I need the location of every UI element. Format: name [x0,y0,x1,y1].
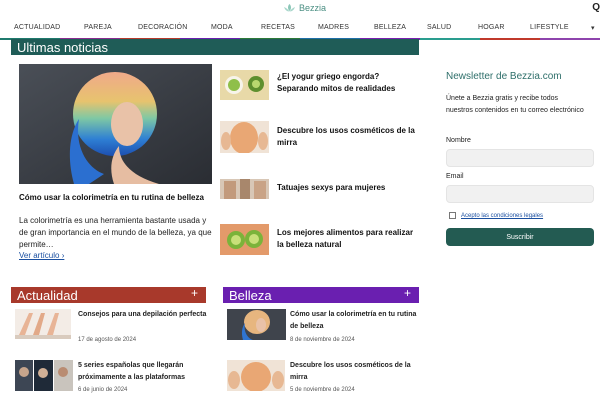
belleza-header: Belleza + [223,286,419,303]
rainbow-hair-photo [19,64,212,184]
side-article-2-title: Descubre los usos cosméticos de la mirra [277,126,415,147]
newsletter-legal-checkbox[interactable] [449,212,456,219]
belleza-item-2-title: Descubre los usos cosméticos de la mirra [290,362,411,381]
subscribe-button[interactable]: Suscribir [446,228,594,246]
belleza-title[interactable]: Belleza [223,288,272,303]
nav-item-belleza[interactable]: BELLEZA [374,24,406,31]
feature-image[interactable] [19,64,212,184]
newsletter-name-input[interactable] [446,149,594,167]
actualidad-item-2-date: 6 de junio de 2024 [78,387,128,393]
actualidad-item-2[interactable]: 5 series españolas que llegarán próximam… [15,360,215,394]
actualidad-item-1-title: Consejos para una depilación perfecta [78,311,207,318]
nav-underline-segment [480,38,540,40]
side-article-1[interactable]: ¿El yogur griego engorda? Separando mito… [220,70,420,100]
nav-item-actualidad[interactable]: ACTUALIDAD [14,24,60,31]
newsletter-email-label: Email [446,173,464,180]
face-mask-thumb [220,121,269,153]
belleza-item-1[interactable]: Cómo usar la colorimetría en tu rutina d… [227,309,427,345]
newsletter-text: Únete a Bezzia gratis y recibe todos nue… [446,95,584,114]
nav-item-moda[interactable]: MODA [211,24,233,31]
newsletter-email-input[interactable] [446,185,594,203]
nav-more-chevron-icon[interactable]: ▾ [591,24,595,32]
side-article-1-title: ¿El yogur griego engorda? Separando mito… [277,72,396,93]
side-article-2[interactable]: Descubre los usos cosméticos de la mirra [220,121,420,153]
side-article-3-title: Tatuajes sexys para mujeres [277,183,386,192]
top-brand-bar: Bezzia Q [0,0,600,18]
belleza-item-1-title: Cómo usar la colorimetría en tu rutina d… [290,311,417,330]
series-posters-thumb [15,360,73,391]
brand-name: Bezzia [299,3,327,13]
actualidad-item-2-title: 5 series españolas que llegarán próximam… [78,362,185,381]
face-mask-thumb-small [227,360,285,391]
nav-item-pareja[interactable]: PAREJA [84,24,112,31]
actualidad-plus-icon[interactable]: + [191,286,198,300]
side-article-4[interactable]: Los mejores alimentos para realizar la b… [220,224,420,255]
feature-title[interactable]: Cómo usar la colorimetría en tu rutina d… [19,192,209,204]
nav-item-decoracion[interactable]: DECORACIÓN [138,24,187,31]
kiwi-thumb [220,224,269,255]
actualidad-header: Actualidad + [11,286,206,303]
newsletter-legal-link[interactable]: Acepto las condiciones legales [461,213,543,219]
newsletter-title: Newsletter de Bezzia.com [446,71,562,82]
nav-item-madres[interactable]: MADRES [318,24,349,31]
nav-underline-segment [540,38,600,40]
nav-underline-segment [420,38,480,40]
newsletter-name-label: Nombre [446,137,471,144]
nav-item-hogar[interactable]: HOGAR [478,24,505,31]
belleza-plus-icon[interactable]: + [404,286,411,300]
tattoo-thumb [220,179,269,199]
actualidad-title[interactable]: Actualidad [11,288,78,303]
nav-item-salud[interactable]: SALUD [427,24,451,31]
side-article-4-title: Los mejores alimentos para realizar la b… [277,228,414,249]
legs-thumb [15,309,71,339]
belleza-item-1-date: 8 de noviembre de 2024 [290,337,355,343]
nav-item-recetas[interactable]: RECETAS [261,24,295,31]
actualidad-item-1[interactable]: Consejos para una depilación perfecta 17… [15,309,215,343]
actualidad-item-1-date: 17 de agosto de 2024 [78,337,137,343]
lotus-icon [284,4,295,12]
feature-excerpt: La colorimetría es una herramienta basta… [19,216,212,249]
search-icon[interactable]: Q [592,2,600,13]
latest-news-header: Ultimas noticias [11,39,419,55]
feature-read-more-link[interactable]: Ver artículo › [19,251,64,260]
latest-news-title: Ultimas noticias [17,39,109,55]
belleza-item-2-date: 5 de noviembre de 2024 [290,387,355,393]
main-nav: ACTUALIDAD PAREJA DECORACIÓN MODA RECETA… [0,18,600,40]
belleza-item-2[interactable]: Descubre los usos cosméticos de la mirra… [227,360,427,394]
side-article-3[interactable]: Tatuajes sexys para mujeres [220,179,420,199]
rainbow-hair-thumb [227,309,286,340]
brand-logo[interactable]: Bezzia [283,3,326,13]
nav-item-lifestyle[interactable]: LIFESTYLE [530,24,569,31]
yogurt-thumb [220,70,269,100]
